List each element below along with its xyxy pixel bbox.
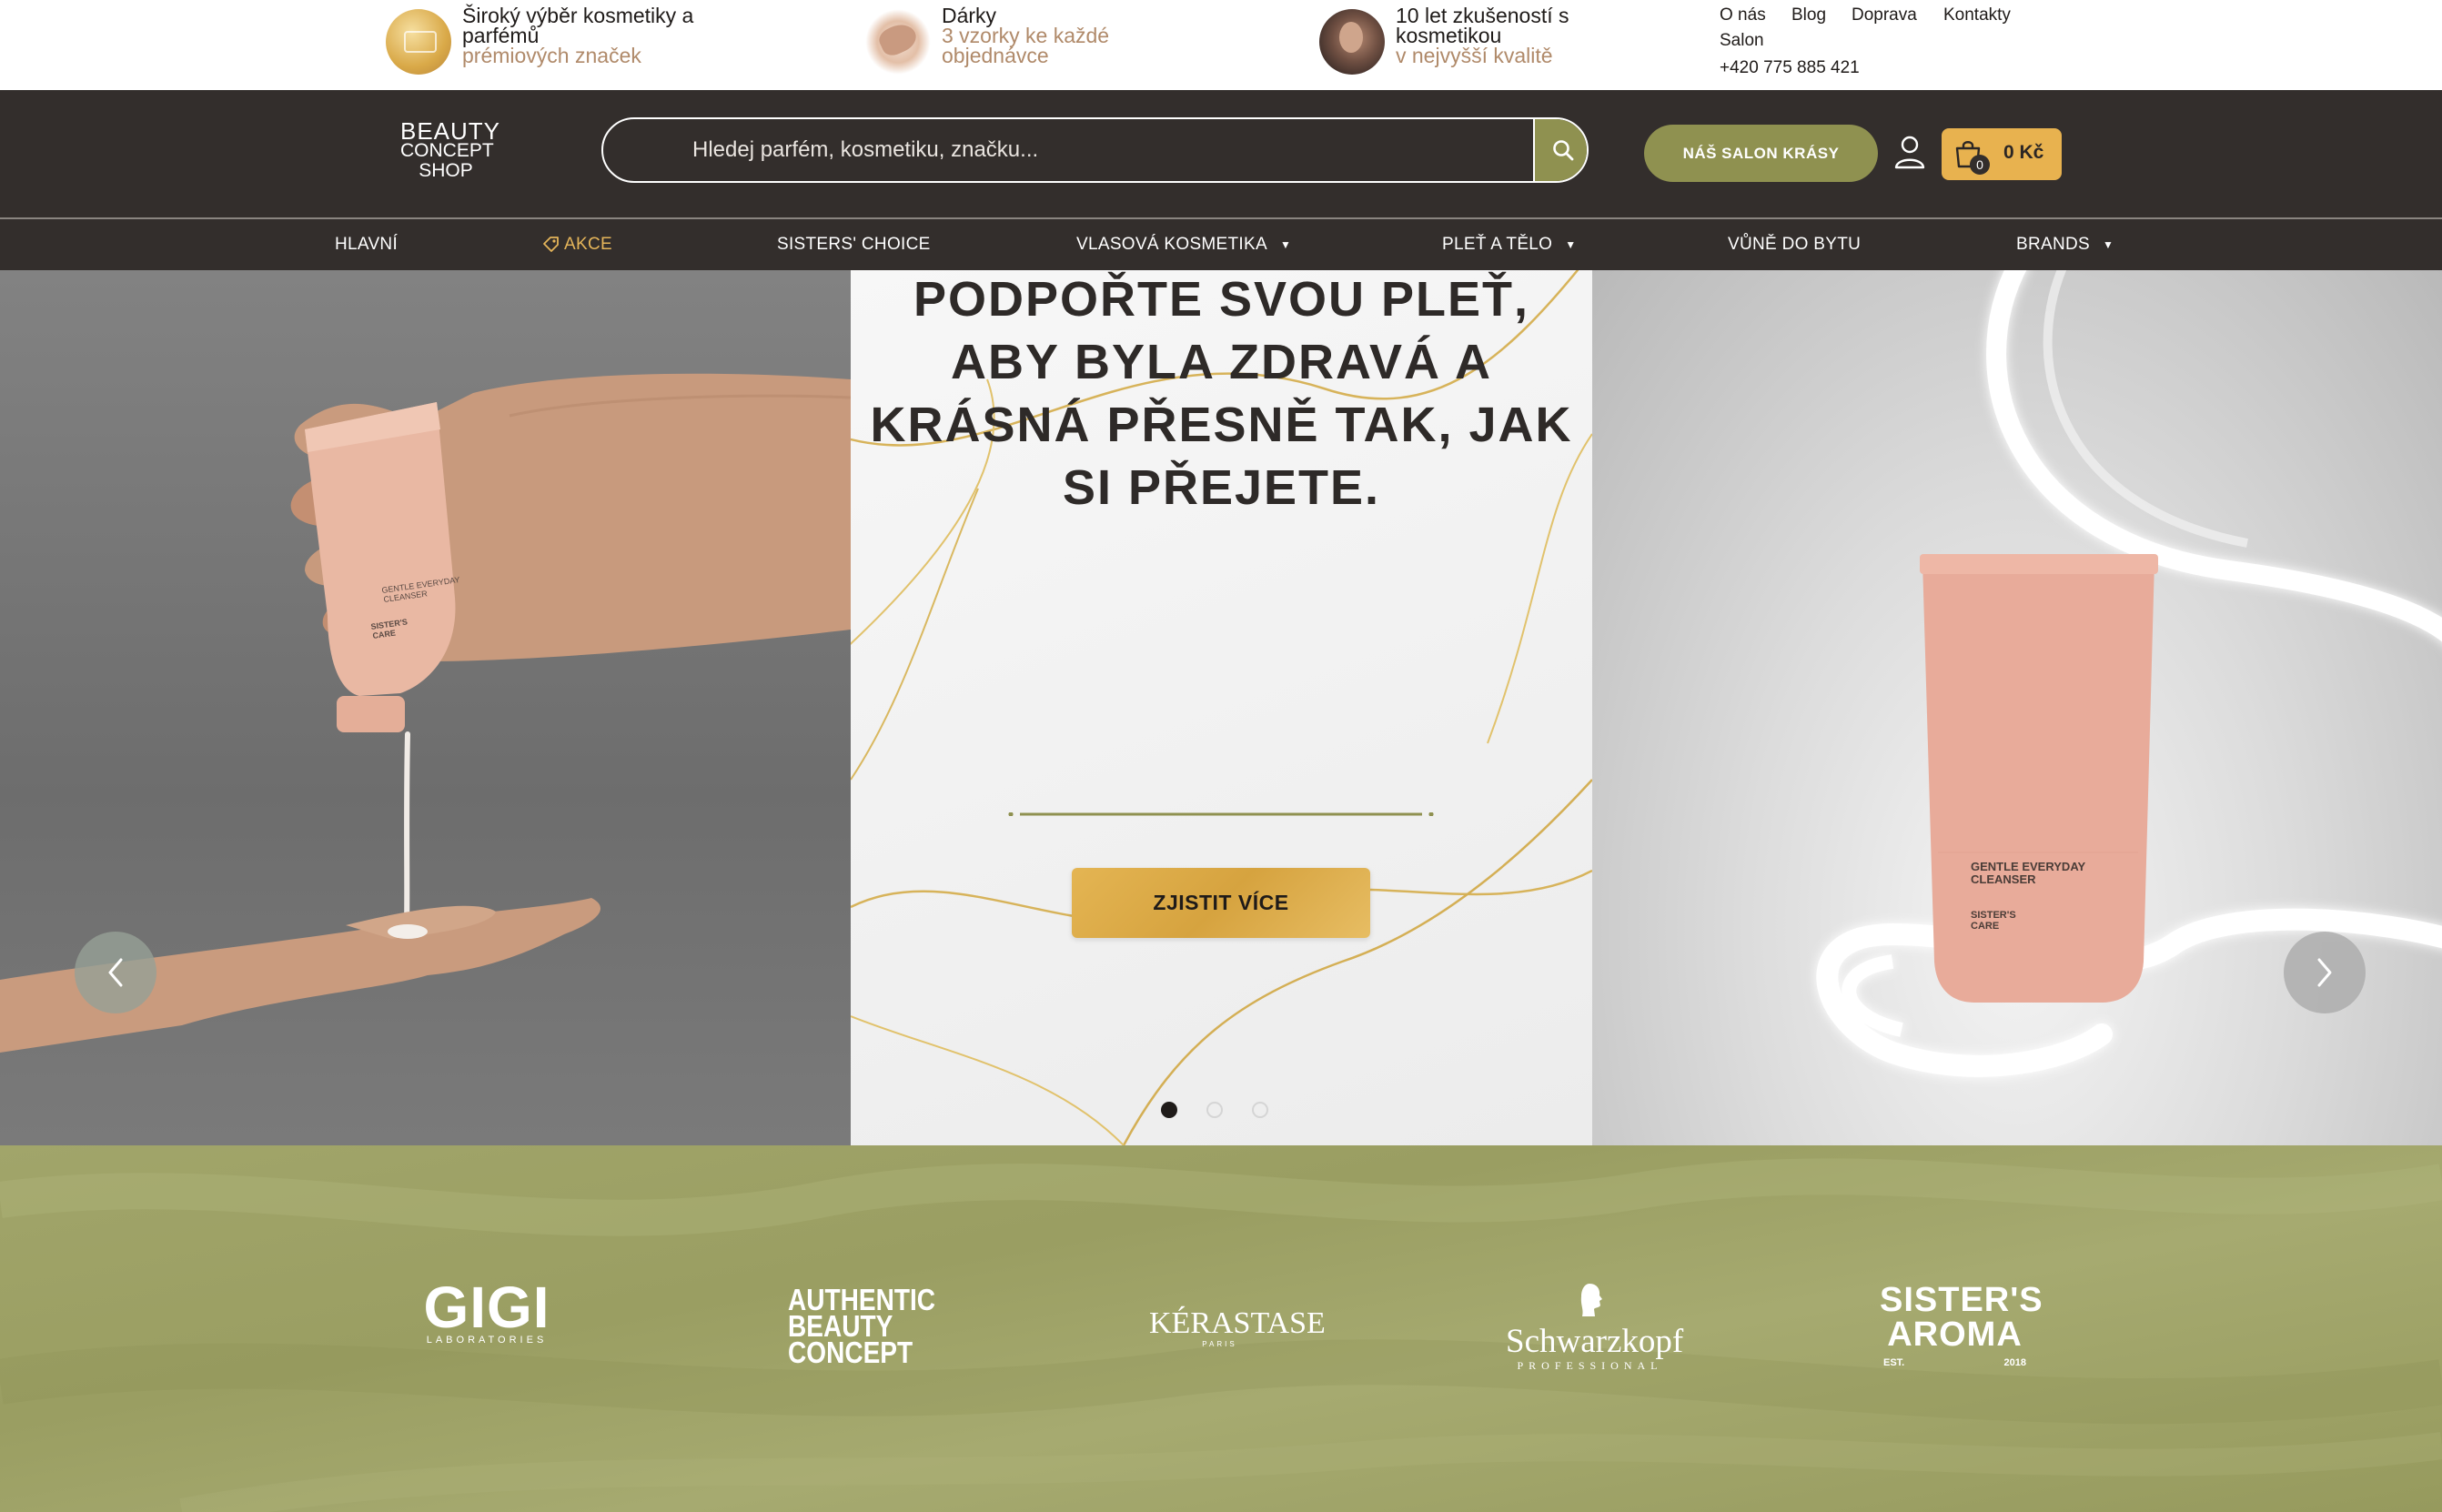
chevron-down-icon: ▼ [1565, 238, 1577, 251]
phone-link[interactable]: +420 775 885 421 [1720, 58, 1860, 78]
gift-card-thumbnail-icon [386, 9, 451, 75]
logo-line-3: SHOP [419, 160, 473, 181]
usp-experience: 10 let zkušeností s kosmetikou v nejvyšš… [1319, 5, 1587, 75]
brand-line: AROMA [1887, 1315, 2023, 1354]
slider-pagination [1161, 1101, 1297, 1119]
slider-next-button[interactable] [2284, 932, 2366, 1013]
link-salon[interactable]: Salon [1720, 31, 1764, 51]
brand-subtitle: PROFESSIONAL [1517, 1359, 1663, 1372]
learn-more-button[interactable]: ZJISTIT VÍCE [1072, 868, 1370, 938]
brand-line: SISTER'S [1880, 1281, 2043, 1319]
hero-headline: PODPOŘTE SVOU PLEŤ, ABY BYLA ZDRAVÁ A KR… [851, 268, 1592, 519]
usp-wide-selection: Široký výběr kosmetiky a parfémů prémiov… [386, 5, 708, 75]
nav-label: HLAVNÍ [335, 235, 399, 254]
slider-dot-2[interactable] [1206, 1102, 1223, 1118]
usp-subtitle: prémiových značek [462, 44, 641, 67]
nav-item-hlavni[interactable]: HLAVNÍ [335, 235, 398, 255]
nav-item-sisters-choice[interactable]: SISTERS' CHOICE [777, 235, 931, 255]
brand-name: Schwarzkopf [1506, 1323, 1684, 1360]
brand-logo-kerastase[interactable]: KÉRASTASE PARIS [1149, 1306, 1326, 1349]
product-label-line-3: SISTER'S [1971, 910, 2016, 921]
nav-label: PLEŤ A TĚLO [1442, 235, 1553, 254]
slider-dot-3[interactable] [1252, 1102, 1268, 1118]
usp-title: 10 let zkušeností s kosmetikou [1396, 4, 1569, 47]
cart-price: 0 Kč [2003, 142, 2044, 163]
brand-logo-authentic-beauty-concept[interactable]: AUTHENTIC BEAUTY CONCEPT [788, 1285, 935, 1369]
product-label-line-1: GENTLE EVERYDAY [1971, 860, 2086, 873]
nav-label: VLASOVÁ KOSMETIKA [1076, 235, 1267, 254]
chevron-right-icon [2317, 958, 2332, 987]
chevron-left-icon [108, 958, 123, 987]
brand-year: 2018 [2003, 1357, 2026, 1368]
brand-name: GIGI [423, 1275, 550, 1340]
top-info-bar: Široký výběr kosmetiky a parfémů prémiov… [0, 0, 2442, 90]
main-navigation: HLAVNÍ AKCE SISTERS' CHOICE VLASOVÁ KOSM… [0, 217, 2442, 270]
cart-button[interactable]: 0 0 Kč [1942, 128, 2062, 180]
nav-label: VŮNĚ DO BYTU [1728, 235, 1862, 254]
hero-headline-line: KRÁSNÁ PŘESNĚ TAK, JAK [870, 398, 1573, 452]
brand-line: CONCEPT [788, 1336, 913, 1369]
chevron-down-icon: ▼ [2102, 238, 2114, 251]
search-icon [1552, 140, 1573, 161]
brand-logo-gigi[interactable]: GIGI LABORATORIES [414, 1275, 560, 1346]
link-kontakty[interactable]: Kontakty [1943, 5, 2011, 25]
brand-est-row: EST. 2018 [1880, 1357, 2030, 1368]
brand-name: KÉRASTASE [1149, 1306, 1326, 1340]
brand-logo-schwarzkopf[interactable]: Schwarzkopf PROFESSIONAL [1506, 1282, 1684, 1373]
hero-image-right: GENTLE EVERYDAY CLEANSER SISTER'S CARE [1592, 270, 2442, 1145]
logo-line-2: CONCEPT [400, 140, 494, 161]
user-account-icon[interactable] [1893, 134, 1926, 170]
hero-headline-line: SI PŘEJETE. [1062, 460, 1381, 515]
site-logo[interactable]: BEAUTY CONCEPT SHOP [400, 117, 501, 181]
usp-gifts: Dárky 3 vzorky ke každé objednávce [865, 5, 1124, 75]
nav-item-vlasova-kosmetika[interactable]: VLASOVÁ KOSMETIKA ▼ [1076, 235, 1291, 255]
hero-image-left: GENTLE EVERYDAY CLEANSER SISTER'S CARE [0, 270, 851, 1145]
logo-line-1: BEAUTY [400, 117, 501, 145]
schwarzkopf-head-icon [1580, 1284, 1602, 1316]
slider-dot-1[interactable] [1161, 1102, 1177, 1118]
usp-title: Dárky [942, 4, 997, 27]
hands-samples-thumbnail-icon [865, 9, 931, 75]
link-blog[interactable]: Blog [1791, 5, 1826, 25]
woman-portrait-thumbnail-icon [1319, 9, 1385, 75]
brand-subtitle: PARIS [1202, 1340, 1237, 1348]
nav-label: AKCE [564, 235, 612, 254]
salon-button[interactable]: NÁŠ SALON KRÁSY [1644, 125, 1878, 182]
slider-prev-button[interactable] [75, 932, 156, 1013]
nav-item-akce[interactable]: AKCE [542, 235, 612, 255]
hero-headline-line: ABY BYLA ZDRAVÁ A [950, 335, 1492, 389]
brands-strip: GIGI LABORATORIES AUTHENTIC BEAUTY CONCE… [0, 1145, 2442, 1512]
search-button[interactable] [1533, 119, 1587, 181]
link-o-nas[interactable]: O nás [1720, 5, 1766, 25]
search-bar [601, 117, 1589, 183]
brand-subtitle: LABORATORIES [426, 1335, 548, 1346]
decorative-divider [1008, 812, 1434, 816]
brand-logo-sisters-aroma[interactable]: SISTER'S AROMA EST. 2018 [1880, 1281, 2043, 1368]
cart-count-badge: 0 [1970, 155, 1990, 175]
nav-item-brands[interactable]: BRANDS ▼ [2016, 235, 2114, 255]
usp-title: Široký výběr kosmetiky a parfémů [462, 4, 694, 47]
tube-with-neon-illustration: GENTLE EVERYDAY CLEANSER SISTER'S CARE [1816, 270, 2442, 1077]
search-input[interactable] [603, 119, 1533, 181]
hands-with-tube-illustration: GENTLE EVERYDAY CLEANSER SISTER'S CARE [0, 373, 851, 1053]
nav-label: BRANDS [2016, 235, 2090, 254]
usp-subtitle: 3 vzorky ke každé objednávce [942, 24, 1110, 67]
usp-subtitle: v nejvyšší kvalitě [1396, 44, 1553, 67]
hero-headline-line: PODPOŘTE SVOU PLEŤ, [913, 272, 1530, 327]
product-label-line-4: CARE [1971, 921, 1999, 932]
nav-item-vune-do-bytu[interactable]: VŮNĚ DO BYTU [1728, 235, 1861, 255]
tag-icon [543, 237, 559, 252]
product-label-line-2: CLEANSER [1971, 872, 2036, 886]
nav-label: SISTERS' CHOICE [777, 235, 931, 254]
chevron-down-icon: ▼ [1279, 238, 1292, 251]
brand-est: EST. [1883, 1357, 1905, 1368]
nav-item-plet-a-telo[interactable]: PLEŤ A TĚLO ▼ [1442, 235, 1576, 255]
link-doprava[interactable]: Doprava [1852, 5, 1917, 25]
